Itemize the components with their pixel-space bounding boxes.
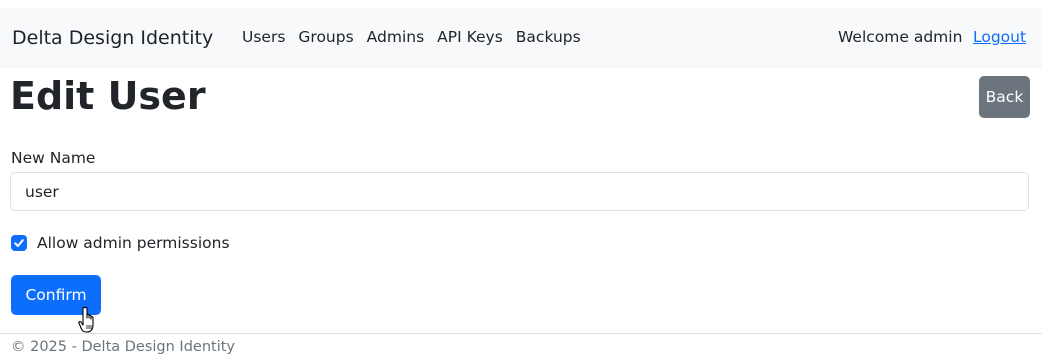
- nav-link-api-keys[interactable]: API Keys: [437, 28, 503, 46]
- nav-link-backups[interactable]: Backups: [516, 28, 581, 46]
- footer-text: © 2025 - Delta Design Identity: [11, 339, 235, 355]
- page-title: Edit User: [10, 74, 206, 118]
- brand-link[interactable]: Delta Design Identity: [12, 27, 213, 49]
- logout-link[interactable]: Logout: [973, 28, 1026, 46]
- admin-permissions-checkbox[interactable]: [11, 235, 27, 251]
- admin-permissions-label[interactable]: Allow admin permissions: [37, 234, 230, 252]
- check-icon: [14, 239, 24, 247]
- welcome-text: Welcome admin: [838, 28, 963, 46]
- new-name-input[interactable]: [10, 172, 1029, 211]
- footer-divider: [0, 333, 1042, 334]
- navbar: Delta Design Identity Users Groups Admin…: [0, 8, 1042, 68]
- admin-permissions-row: Allow admin permissions: [11, 234, 230, 252]
- back-button[interactable]: Back: [979, 76, 1030, 118]
- new-name-label: New Name: [11, 149, 96, 167]
- nav-link-users[interactable]: Users: [242, 28, 285, 46]
- hand-pointer-icon: [78, 306, 94, 333]
- nav-links: Users Groups Admins API Keys Backups: [242, 28, 581, 46]
- nav-link-admins[interactable]: Admins: [367, 28, 424, 46]
- nav-link-groups[interactable]: Groups: [298, 28, 353, 46]
